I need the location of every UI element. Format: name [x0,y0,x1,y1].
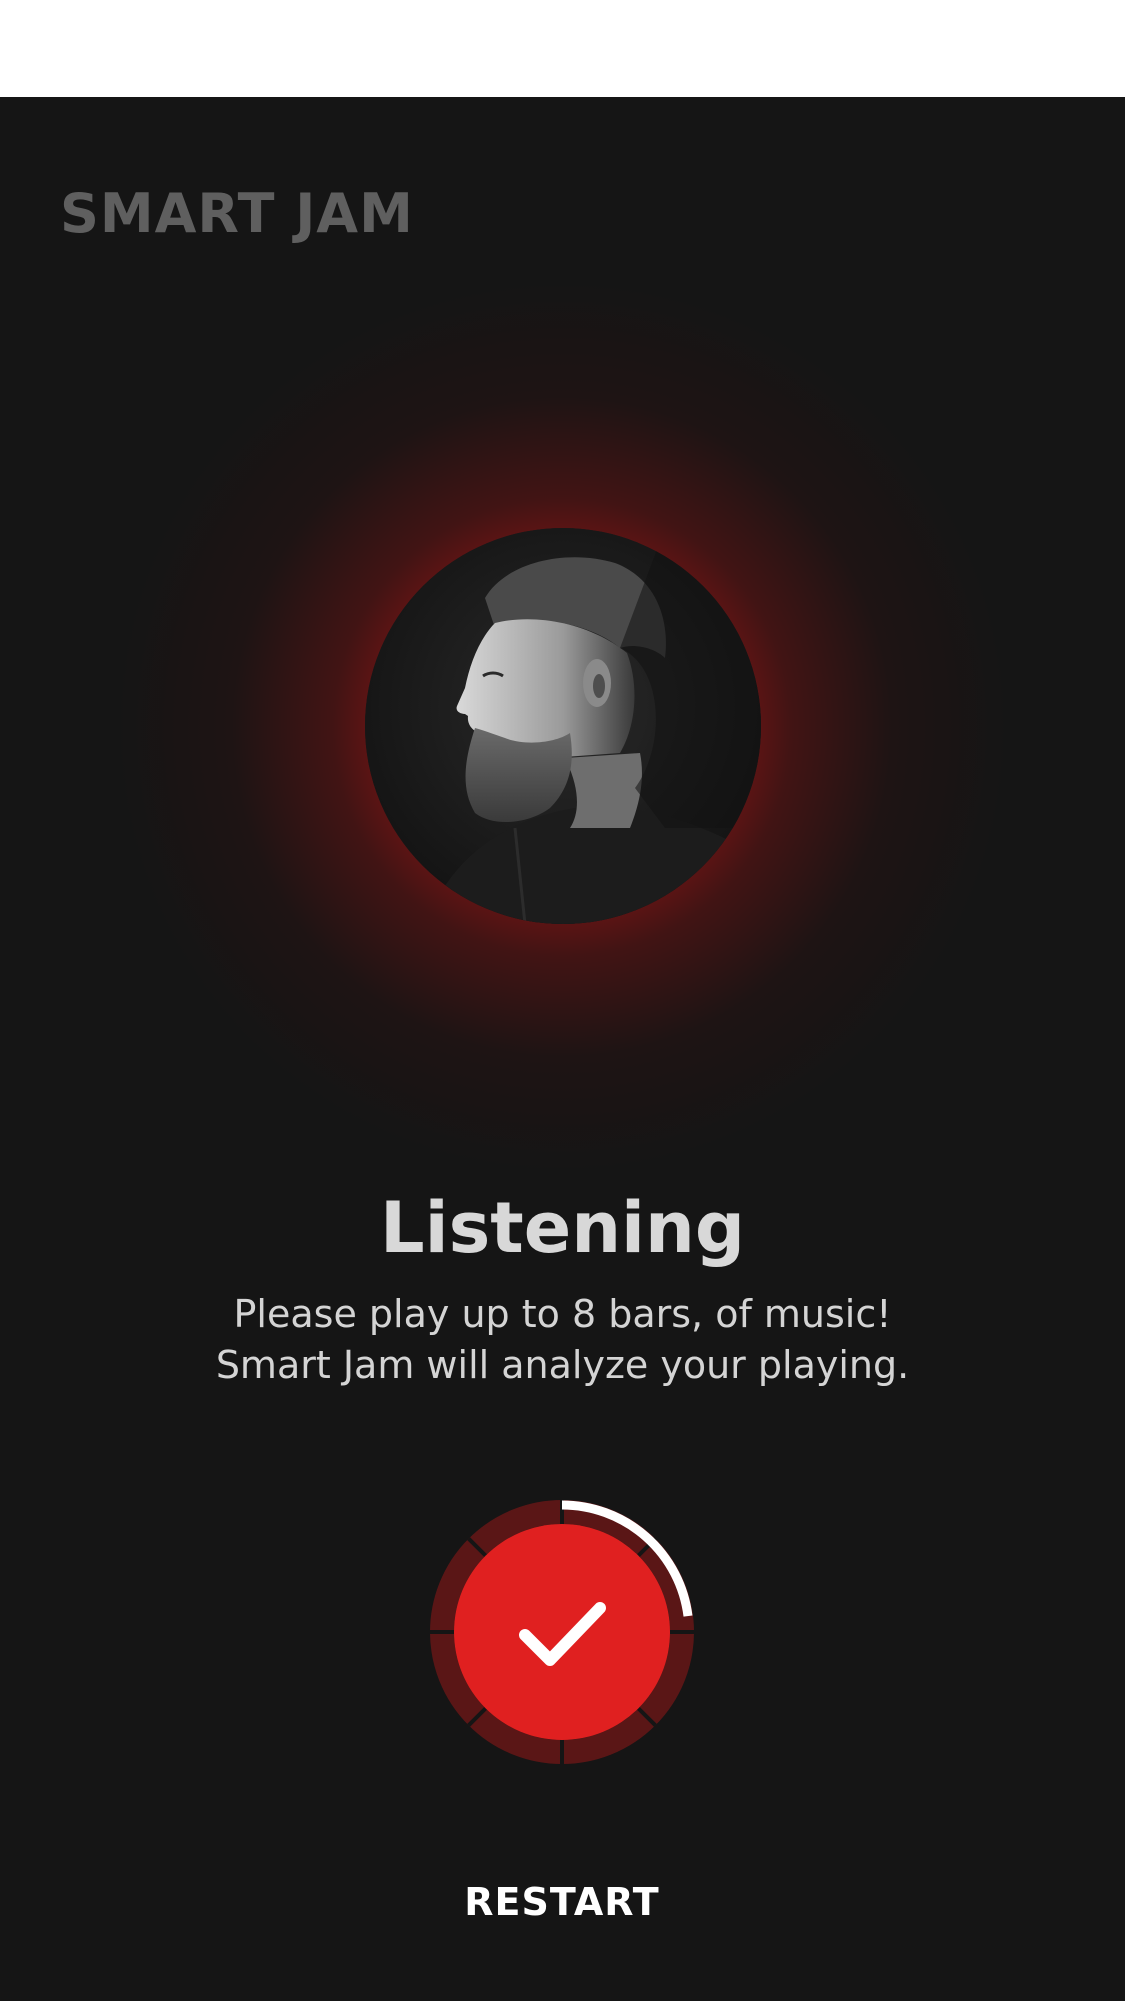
status-description-line-1: Please play up to 8 bars, of music! [233,1292,892,1336]
recording-progress-ring[interactable] [430,1500,694,1764]
status-description-line-2: Smart Jam will analyze your playing. [215,1343,910,1387]
brand-logo-text: SMART JAM [60,182,414,245]
restart-button[interactable]: RESTART [412,1867,712,1937]
artist-portrait-image [365,528,761,924]
listening-screen: SMART JAM Listening Please play up to 8 … [0,97,1125,2001]
status-bar-area [0,0,1125,97]
status-title: Listening [380,1187,745,1269]
artist-avatar [365,528,761,924]
confirm-button-circle[interactable] [454,1524,670,1740]
progress-ring-graphic [430,1500,694,1764]
